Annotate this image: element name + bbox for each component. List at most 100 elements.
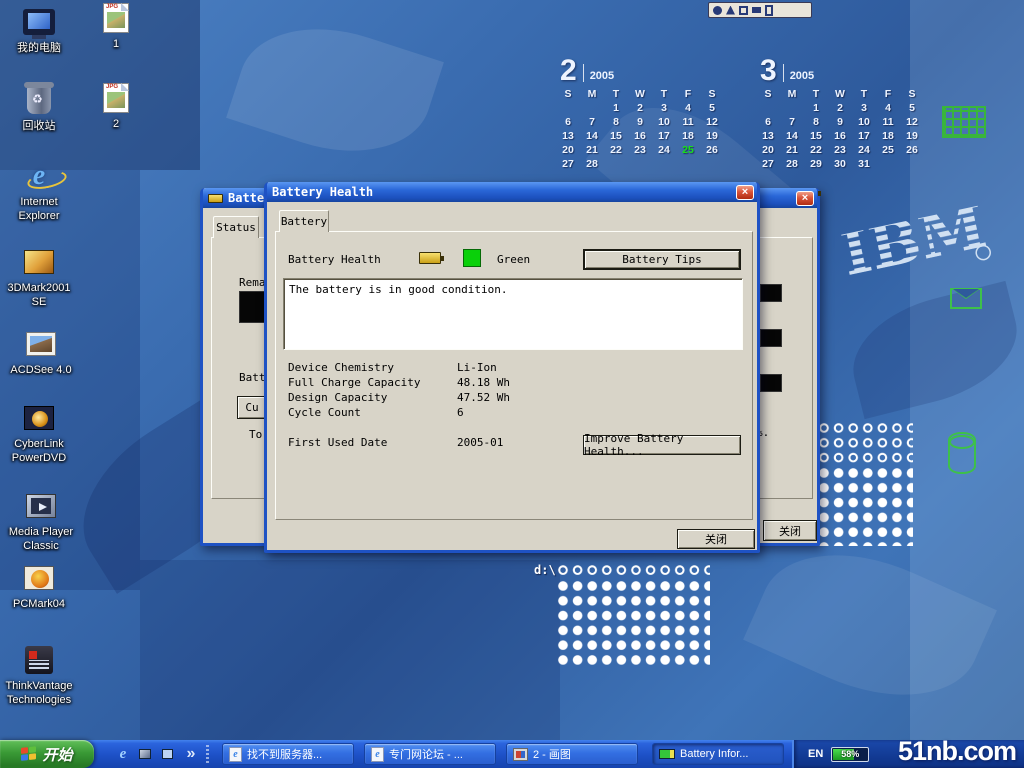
desktop-icon-pcmark[interactable]: PCMark04 — [0, 562, 78, 611]
calendar-cell: 16 — [828, 130, 852, 144]
calendar-cell: 22 — [804, 144, 828, 158]
battery-health-dialog[interactable]: Battery Health × Battery Battery Health … — [264, 182, 760, 553]
calendar-cell: 11 — [876, 116, 900, 130]
quicklaunch-desktop-icon[interactable] — [158, 744, 176, 764]
internet-explorer-icon: e — [22, 160, 56, 192]
wallpaper-indicator-strip — [708, 2, 812, 18]
wallpaper-dots-ring — [556, 563, 710, 578]
calendar-cell: 9 — [828, 116, 852, 130]
custom-button[interactable]: Cu — [237, 396, 267, 419]
improve-battery-health-button[interactable]: Improve Battery Health... — [583, 435, 741, 455]
windows-flag-icon — [21, 746, 37, 763]
wallpaper-mail-icon — [950, 288, 982, 309]
calendar-cell — [756, 102, 780, 116]
task-button-forum[interactable]: e 专门网论坛 - ... — [364, 743, 496, 765]
desktop-icon-label: 2 — [113, 117, 119, 131]
wallpaper-dots-filled — [817, 466, 913, 546]
task-button-server[interactable]: e 找不到服务器... — [222, 743, 354, 765]
tab-label: Battery — [281, 215, 327, 228]
my-computer-icon — [22, 6, 56, 38]
condition-textbox[interactable]: The battery is in good condition. — [283, 278, 743, 350]
battery-label: Batt — [239, 371, 266, 384]
language-indicator[interactable]: EN — [808, 748, 823, 760]
calendar-cell — [780, 102, 804, 116]
calendar-year: 2005 — [790, 70, 814, 84]
calendar-cell — [556, 102, 580, 116]
quicklaunch-ie-icon[interactable]: e — [114, 744, 132, 764]
calendar-cell: 6 — [556, 116, 580, 130]
desktop-icon-recycle-bin[interactable]: 回收站 — [0, 84, 78, 133]
calendar-grid: SMTWTFS123456789101112131415161718192021… — [756, 88, 928, 172]
desktop-icon-label: Media Player Classic — [2, 525, 80, 554]
desktop-icon-label: PCMark04 — [13, 597, 65, 611]
calendar-cell: S — [700, 88, 724, 102]
battery-tips-button[interactable]: Battery Tips — [583, 249, 741, 270]
back-close-button[interactable]: 关闭 — [763, 520, 817, 541]
calendar-cell: 18 — [676, 130, 700, 144]
button-label: 关闭 — [779, 523, 801, 539]
calendar-cell: 5 — [700, 102, 724, 116]
close-icon[interactable]: × — [736, 185, 754, 200]
wallpaper-calendar-march: 3 2005 SMTWTFS12345678910111213141516171… — [756, 52, 928, 172]
desktop-file-2[interactable]: 2 — [80, 82, 152, 131]
desktop-icon-powerdvd[interactable]: CyberLink PowerDVD — [0, 402, 78, 466]
calendar-cell: 30 — [828, 158, 852, 172]
task-label: Battery Infor... — [680, 748, 748, 760]
quicklaunch-media-icon[interactable] — [136, 744, 154, 764]
calendar-cell: S — [900, 88, 924, 102]
calendar-cell: 16 — [628, 130, 652, 144]
tab-battery[interactable]: Battery — [279, 210, 329, 232]
calendar-cell: 26 — [900, 144, 924, 158]
calendar-cell: 12 — [700, 116, 724, 130]
calendar-cell: 13 — [756, 130, 780, 144]
desktop-icon-label: 我的电脑 — [17, 41, 61, 55]
start-button[interactable]: 开始 — [0, 740, 94, 768]
desktop: 2 2005 SMTWTFS12345678910111213141516171… — [0, 0, 1024, 768]
calendar-cell: 12 — [900, 116, 924, 130]
desktop-icon-acdsee[interactable]: ACDSee 4.0 — [2, 328, 80, 377]
field-label: Design Capacity — [288, 391, 387, 404]
taskbar: 开始 e » e 找不到服务器... e 专门网论坛 - ... 2 - 画图 … — [0, 740, 1024, 768]
close-icon[interactable]: × — [796, 191, 814, 206]
calendar-cell: 23 — [828, 144, 852, 158]
desktop-icon-media-player-classic[interactable]: Media Player Classic — [2, 490, 80, 554]
wallpaper-leaf — [226, 4, 444, 177]
desktop-icon-label: 3DMark2001 SE — [0, 281, 78, 310]
calendar-cell: 27 — [556, 158, 580, 172]
calendar-cell: 27 — [756, 158, 780, 172]
field-label: Full Charge Capacity — [288, 376, 420, 389]
calendar-cell — [580, 102, 604, 116]
desktop-icon-3dmark[interactable]: 3DMark2001 SE — [0, 246, 78, 310]
3dmark-icon — [22, 246, 56, 278]
powerdvd-icon — [22, 402, 56, 434]
desktop-file-1[interactable]: 1 — [80, 2, 152, 51]
desktop-icon-my-computer[interactable]: 我的电脑 — [0, 6, 78, 55]
field-label: Cycle Count — [288, 406, 361, 419]
back-window-title: Batte — [228, 191, 264, 205]
task-button-battery[interactable]: Battery Infor... — [652, 743, 784, 765]
thinkvantage-icon — [22, 644, 56, 676]
calendar-cell: 28 — [580, 158, 604, 172]
health-status-swatch — [463, 249, 481, 267]
chevron-label: » — [187, 745, 196, 763]
tab-status[interactable]: Status — [213, 216, 259, 238]
quicklaunch-chevron-icon[interactable]: » — [182, 744, 200, 764]
desktop-icon-label: CyberLink PowerDVD — [0, 437, 78, 466]
dialog-close-button[interactable]: 关闭 — [677, 529, 755, 549]
calendar-cell: 21 — [580, 144, 604, 158]
calendar-cell: 23 — [628, 144, 652, 158]
paint-icon — [513, 748, 528, 761]
desktop-icon-thinkvantage[interactable]: ThinkVantage Technologies — [0, 644, 78, 708]
calendar-cell: S — [556, 88, 580, 102]
dialog-titlebar[interactable]: Battery Health × — [267, 182, 757, 202]
calendar-cell: 25 — [676, 144, 700, 158]
calendar-cell: 19 — [700, 130, 724, 144]
jpg-file-icon — [99, 82, 133, 114]
task-button-paint[interactable]: 2 - 画图 — [506, 743, 638, 765]
calendar-month: 2 — [560, 58, 577, 84]
calendar-cell: 3 — [852, 102, 876, 116]
desktop-icon-internet-explorer[interactable]: e Internet Explorer — [0, 160, 78, 224]
condition-text: The battery is in good condition. — [289, 283, 508, 296]
tray-battery-icon[interactable]: 58% — [831, 747, 869, 762]
calendar-cell — [628, 158, 652, 172]
